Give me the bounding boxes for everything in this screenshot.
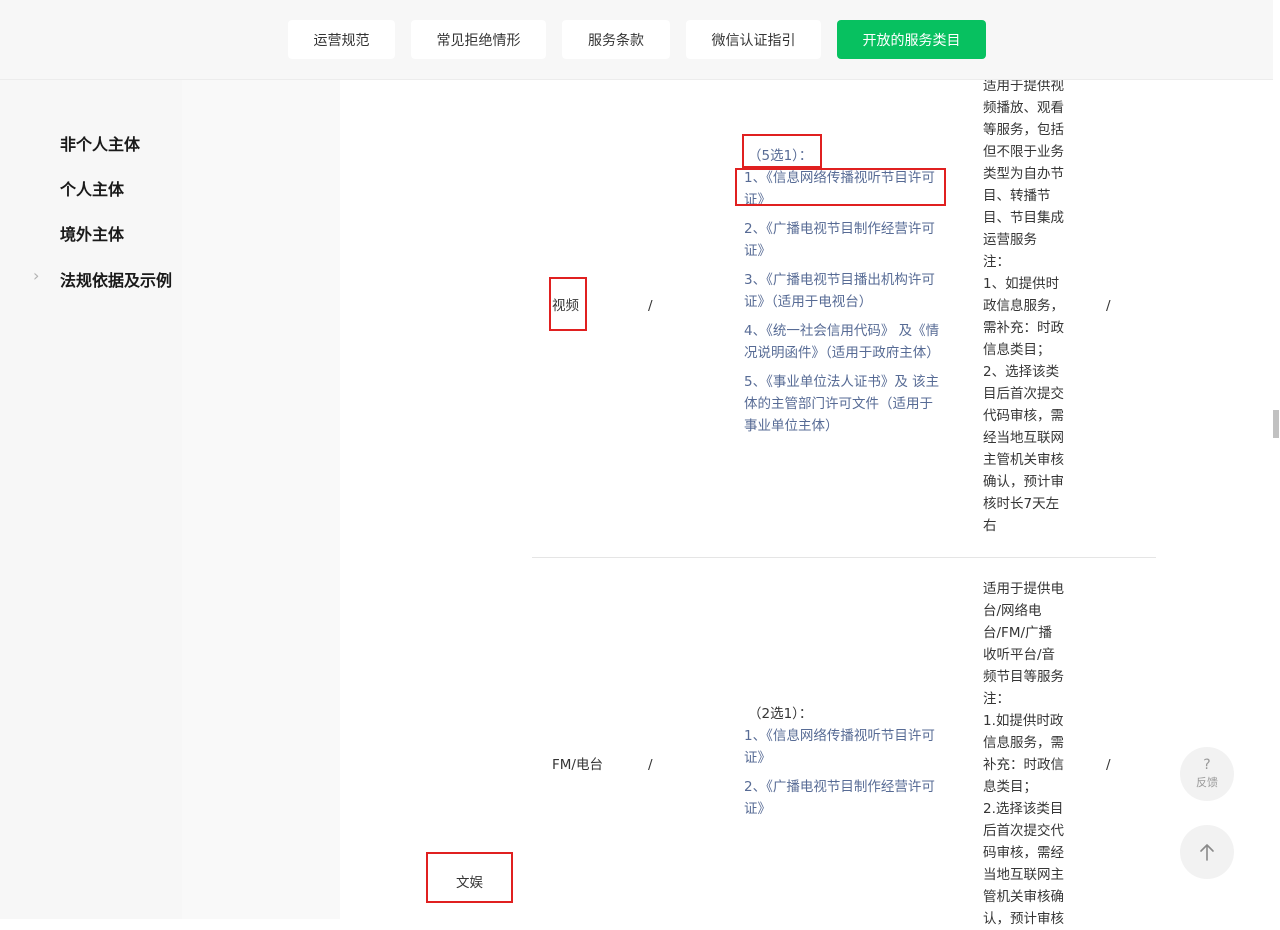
sidebar-item-individual[interactable]: 个人主体	[60, 176, 124, 200]
row-col2-video: /	[648, 298, 653, 314]
qualification-link[interactable]: 1、《信息网络传播视听节目许可证》	[744, 725, 944, 769]
note-line: 核时长7天左	[983, 496, 1060, 512]
qualification-link[interactable]: 2、《广播电视节目制作经营许可证》	[744, 218, 944, 262]
highlight-box	[549, 277, 587, 331]
tab-terms-of-service[interactable]: 服务条款	[562, 20, 670, 59]
note-line: 目、节目集成	[983, 210, 1064, 226]
highlight-box	[426, 852, 513, 903]
note-line: 确认，预计审	[983, 474, 1064, 490]
tab-common-rejections[interactable]: 常见拒绝情形	[411, 20, 546, 59]
note-line: 收听平台/音	[983, 647, 1056, 663]
scrollbar-thumb[interactable]	[1273, 410, 1279, 438]
tab-operation-rules[interactable]: 运营规范	[288, 20, 395, 59]
note-video: 适用于提供视 频播放、观看 等服务，包括 但不限于业务 类型为自办节 目、转播节…	[983, 75, 1073, 537]
note-line: 注：	[983, 691, 1010, 707]
qualification-link[interactable]: 5、《事业单位法人证书》及 该主体的主管部门许可文件（适用于事业单位主体）	[744, 371, 944, 437]
row-name-fm-radio: FM/电台	[552, 757, 603, 773]
sidebar-panel	[48, 80, 182, 919]
note-line: 但不限于业务	[983, 144, 1064, 160]
note-line: 1.如提供时政	[983, 713, 1064, 729]
row-col2-fm-radio: /	[648, 757, 653, 773]
qualification-link[interactable]: 3、《广播电视节目播出机构许可证》（适用于电视台）	[744, 269, 944, 313]
note-line: 右	[983, 518, 997, 534]
chevron-right-icon[interactable]: ›	[33, 266, 39, 285]
note-line: 目、转播节	[983, 188, 1051, 204]
feedback-button[interactable]: ? 反馈	[1180, 747, 1234, 801]
note-line: 1、如提供时	[983, 276, 1060, 292]
note-line: 息类目；	[983, 779, 1037, 795]
note-line: 2.选择该类目	[983, 801, 1064, 817]
note-line: 需补充：时政	[983, 320, 1064, 336]
tab-open-service-categories[interactable]: 开放的服务类目	[837, 20, 986, 59]
row-divider	[532, 557, 1156, 558]
note-line: 代码审核，需	[983, 408, 1064, 424]
note-line: 认，预计审核	[983, 911, 1064, 927]
qualification-link[interactable]: 2、《广播电视节目制作经营许可证》	[744, 776, 944, 820]
note-line: 经当地互联网	[983, 430, 1064, 446]
sidebar-item-overseas[interactable]: 境外主体	[60, 221, 124, 245]
arrow-up-icon	[1200, 844, 1214, 861]
note-line: 管机关审核确	[983, 889, 1064, 905]
note-fm-radio: 适用于提供电 台/网络电 台/FM/广播 收听平台/音 频节目等服务 注： 1.…	[983, 578, 1073, 930]
note-line: 类型为自办节	[983, 166, 1064, 182]
note-line: 2、选择该类	[983, 364, 1060, 380]
note-line: 台/网络电	[983, 603, 1042, 619]
feedback-label: 反馈	[1196, 776, 1218, 789]
back-to-top-button[interactable]	[1180, 825, 1234, 879]
qualification-heading: （2选1）：	[748, 706, 813, 722]
note-line: 目后首次提交	[983, 386, 1064, 402]
qualification-link[interactable]: 4、《统一社会信用代码》 及《情况说明函件》（适用于政府主体）	[744, 320, 944, 364]
tab-wechat-verification-guide[interactable]: 微信认证指引	[686, 20, 821, 59]
note-line: 频播放、观看	[983, 100, 1064, 116]
qualification-list-fm-radio: （2选1）： 1、《信息网络传播视听节目许可证》 2、《广播电视节目制作经营许可…	[744, 703, 944, 820]
sidebar-panel-right	[182, 80, 340, 919]
note-line: 补充：时政信	[983, 757, 1064, 773]
note-line: 注：	[983, 254, 1010, 270]
highlight-box	[735, 168, 946, 206]
top-nav-bar: 运营规范 常见拒绝情形 服务条款 微信认证指引 开放的服务类目	[0, 0, 1273, 80]
sidebar-item-non-individual[interactable]: 非个人主体	[60, 131, 140, 155]
question-icon: ?	[1203, 757, 1211, 773]
note-line: 适用于提供电	[983, 581, 1064, 597]
note-line: 后首次提交代	[983, 823, 1064, 839]
note-line: 等服务，包括	[983, 122, 1064, 138]
note-line: 台/FM/广播	[983, 625, 1053, 641]
note-line: 主管机关审核	[983, 452, 1064, 468]
note-line: 政信息服务，	[983, 298, 1064, 314]
note-line: 运营服务	[983, 232, 1037, 248]
note-line: 当地互联网主	[983, 867, 1064, 883]
row-col5-fm-radio: /	[1106, 757, 1111, 773]
note-line: 频节目等服务	[983, 669, 1064, 685]
note-line: 码审核，需经	[983, 845, 1064, 861]
note-line: 信息服务，需	[983, 735, 1064, 751]
sidebar-item-regulations[interactable]: 法规依据及示例	[60, 267, 172, 291]
highlight-box	[742, 134, 822, 168]
row-col5-video: /	[1106, 298, 1111, 314]
note-line: 信息类目；	[983, 342, 1051, 358]
